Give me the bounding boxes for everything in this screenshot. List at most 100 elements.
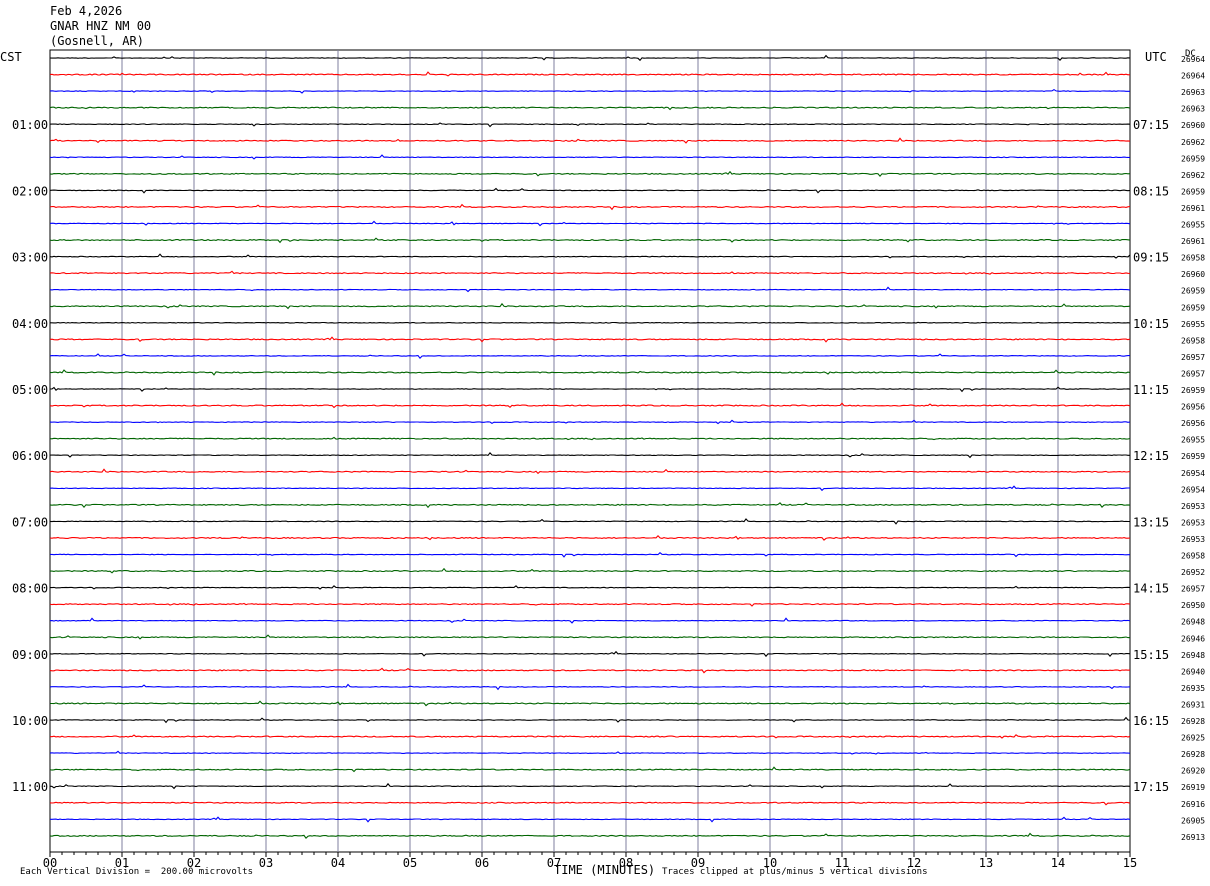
left-hour-label: 05:00 <box>12 383 48 397</box>
seismic-trace <box>49 419 1131 425</box>
dc-offset-label: 26963 <box>1181 105 1205 114</box>
seismic-trace <box>49 436 1131 441</box>
seismic-trace <box>49 535 1131 541</box>
dc-offset-label: 26960 <box>1181 121 1205 130</box>
seismic-trace <box>49 683 1131 691</box>
dc-offset-label: 26958 <box>1181 336 1205 345</box>
dc-offset-label: 26958 <box>1181 552 1205 561</box>
x-tick-label: 03 <box>259 856 273 870</box>
seismic-trace <box>49 667 1131 674</box>
seismic-trace <box>49 253 1131 259</box>
dc-offset-label: 26964 <box>1181 72 1205 81</box>
dc-offset-label: 26948 <box>1181 651 1205 660</box>
seismic-trace <box>50 816 1131 823</box>
left-hour-label: 01:00 <box>12 118 48 132</box>
seismic-trace <box>49 716 1131 724</box>
seismic-trace <box>49 369 1131 376</box>
left-hour-label: 11:00 <box>12 780 48 794</box>
seismic-trace <box>49 402 1131 409</box>
dc-offset-label: 26962 <box>1181 171 1205 180</box>
seismic-trace <box>49 353 1130 360</box>
dc-offset-label: 26920 <box>1181 767 1205 776</box>
left-hour-label: 09:00 <box>12 648 48 662</box>
x-axis-title: TIME (MINUTES) <box>554 863 656 877</box>
right-hour-label: 08:15 <box>1133 184 1169 198</box>
seismic-trace <box>49 154 1131 160</box>
seismic-trace <box>50 321 1131 324</box>
seismic-trace <box>49 122 1131 128</box>
seismic-trace <box>49 302 1131 310</box>
right-hour-label: 09:15 <box>1133 251 1169 265</box>
seismic-trace <box>49 88 1130 94</box>
left-hour-label: 02:00 <box>12 184 48 198</box>
seismic-trace <box>49 187 1131 194</box>
right-hour-label: 13:15 <box>1133 515 1169 529</box>
dc-offset-label: 26916 <box>1181 800 1205 809</box>
dc-offset-label: 26961 <box>1181 204 1205 213</box>
dc-offset-label: 26953 <box>1181 535 1205 544</box>
dc-offset-label: 26959 <box>1181 303 1205 312</box>
seismic-trace <box>49 468 1131 475</box>
dc-offset-label: 26956 <box>1181 403 1205 412</box>
dc-offset-label: 26925 <box>1181 734 1205 743</box>
seismic-trace <box>49 602 1131 607</box>
seismic-trace <box>49 237 1131 244</box>
dc-offset-label: 26959 <box>1181 154 1205 163</box>
right-hour-label: 07:15 <box>1133 118 1169 132</box>
seismic-trace <box>49 734 1131 739</box>
dc-offset-label: 26952 <box>1181 568 1205 577</box>
left-hour-label: 07:00 <box>12 515 48 529</box>
right-hour-label: 10:15 <box>1133 317 1169 331</box>
x-tick-label: 06 <box>475 856 489 870</box>
dc-offset-label: 26960 <box>1181 270 1205 279</box>
left-hour-label: 06:00 <box>12 449 48 463</box>
dc-offset-label: 26958 <box>1181 254 1205 263</box>
seismic-trace <box>49 336 1131 343</box>
seismic-trace <box>50 585 1131 590</box>
scale-note: Each Vertical Division = 200.00 microvol… <box>20 867 253 877</box>
helicorder-plot: 00 01 02 03 04 05 06 07 08 09 10 11 12 13 14 1526964269… <box>12 49 1205 870</box>
seismic-trace <box>49 386 1131 393</box>
seismic-trace <box>50 567 1131 574</box>
dc-offset-label: 26956 <box>1181 419 1205 428</box>
dc-offset-label: 26946 <box>1181 634 1205 643</box>
right-hour-label: 15:15 <box>1133 648 1169 662</box>
dc-offset-label: 26953 <box>1181 518 1205 527</box>
dc-offset-label: 26940 <box>1181 667 1205 676</box>
seismic-trace <box>49 137 1131 144</box>
seismic-trace <box>49 617 1131 624</box>
seismic-trace <box>49 270 1131 275</box>
clip-note: Traces clipped at plus/minus 5 vertical … <box>662 867 928 877</box>
dc-offset-label: 26964 <box>1181 55 1205 64</box>
dc-offset-label: 26935 <box>1181 684 1205 693</box>
dc-offset-label: 26959 <box>1181 287 1205 296</box>
dc-offset-label: 26963 <box>1181 88 1205 97</box>
trace-group <box>49 54 1131 840</box>
seismic-trace <box>49 766 1131 773</box>
seismic-trace <box>49 750 1131 755</box>
dc-offset-label: 26919 <box>1181 783 1205 792</box>
dc-offset-label: 26962 <box>1181 138 1205 147</box>
seismic-trace <box>49 801 1131 806</box>
x-tick-label: 13 <box>979 856 993 870</box>
dc-offset-label: 26959 <box>1181 386 1205 395</box>
dc-offset-label: 26959 <box>1181 187 1205 196</box>
dc-offset-label: 26955 <box>1181 320 1205 329</box>
dc-offset-label: 26931 <box>1181 700 1205 709</box>
dc-offset-label: 26913 <box>1181 833 1205 842</box>
seismic-trace <box>49 518 1130 525</box>
seismic-trace <box>49 832 1131 840</box>
dc-offset-label: 26957 <box>1181 369 1205 378</box>
seismic-trace <box>49 782 1131 790</box>
right-hour-label: 14:15 <box>1133 582 1169 596</box>
left-hour-label: 03:00 <box>12 251 48 265</box>
seismic-trace <box>49 220 1131 227</box>
dc-offset-label: 26961 <box>1181 237 1205 246</box>
dc-offset-label: 26950 <box>1181 601 1205 610</box>
dc-offset-label: 26905 <box>1181 816 1205 825</box>
seismic-trace <box>49 634 1131 640</box>
right-hour-label: 12:15 <box>1133 449 1169 463</box>
seismic-trace <box>49 551 1130 558</box>
dc-offset-label: 26957 <box>1181 353 1205 362</box>
left-hour-label: 08:00 <box>12 582 48 596</box>
